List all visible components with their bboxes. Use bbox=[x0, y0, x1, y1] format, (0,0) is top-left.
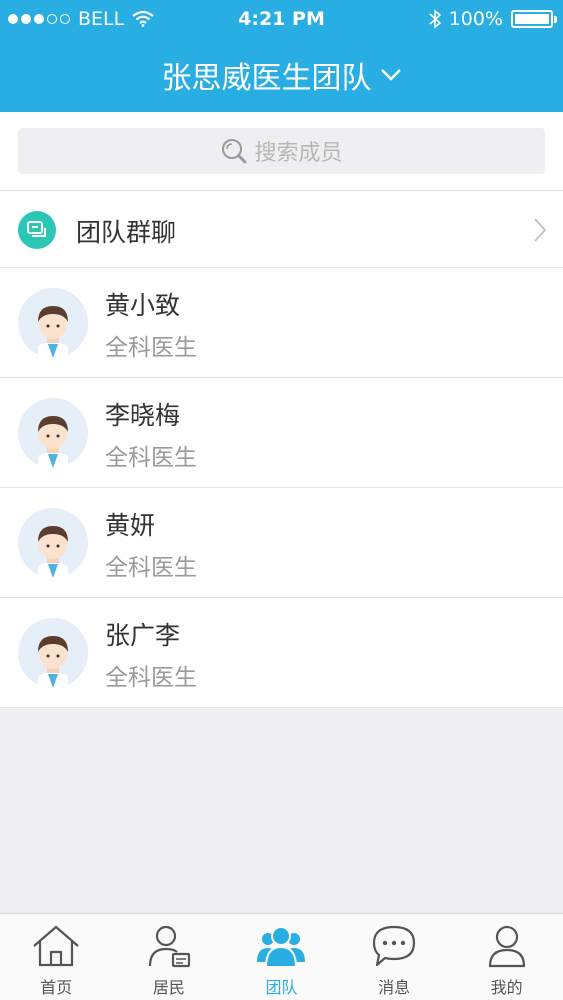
member-role: 全科医生 bbox=[105, 665, 197, 691]
message-icon bbox=[372, 925, 416, 967]
app-header: BELL 4:21 PM 100% 张思威医生团队 bbox=[0, 0, 563, 112]
profile-icon bbox=[488, 925, 525, 968]
member-list: 团队群聊 黄小致 全科医生 李晓梅 全科医生 黄妍 全科医生 张广李 全科医生 bbox=[0, 190, 563, 708]
page-title: 张思威医生团队 bbox=[161, 61, 372, 96]
tab-label: 团队 bbox=[265, 978, 298, 997]
search-placeholder: 搜索成员 bbox=[254, 141, 343, 166]
group-chat-row[interactable]: 团队群聊 bbox=[0, 190, 563, 268]
tab-label: 我的 bbox=[490, 978, 523, 997]
status-bar: BELL 4:21 PM 100% bbox=[0, 0, 563, 38]
bluetooth-icon bbox=[429, 9, 441, 29]
doctor-avatar-icon bbox=[18, 288, 88, 358]
member-role: 全科医生 bbox=[105, 445, 197, 471]
tab-label: 消息 bbox=[378, 978, 411, 997]
group-chat-icon bbox=[18, 211, 56, 249]
member-row[interactable]: 张广李 全科医生 bbox=[0, 598, 563, 708]
status-right: 100% bbox=[429, 8, 557, 30]
member-row[interactable]: 黄小致 全科医生 bbox=[0, 268, 563, 378]
member-name: 黄小致 bbox=[105, 291, 181, 320]
doctor-avatar-icon bbox=[18, 618, 88, 688]
search-input[interactable]: 搜索成员 bbox=[18, 128, 545, 174]
team-icon bbox=[257, 926, 306, 968]
search-section: 搜索成员 bbox=[0, 112, 563, 190]
tab-home[interactable]: 首页 bbox=[0, 914, 113, 1000]
member-role: 全科医生 bbox=[105, 555, 197, 581]
member-row[interactable]: 黄妍 全科医生 bbox=[0, 488, 563, 598]
member-role: 全科医生 bbox=[105, 335, 197, 361]
member-name: 张广李 bbox=[105, 621, 181, 650]
chevron-down-icon bbox=[380, 69, 401, 81]
search-icon bbox=[222, 139, 247, 164]
home-icon bbox=[33, 925, 80, 967]
member-name: 李晓梅 bbox=[105, 401, 181, 430]
member-name: 黄妍 bbox=[105, 511, 156, 540]
tab-label: 居民 bbox=[152, 978, 185, 997]
battery-percent: 100% bbox=[448, 8, 503, 30]
bottom-tab-bar: 首页 居民 团队 消息 我的 bbox=[0, 913, 563, 1000]
team-selector[interactable]: 张思威医生团队 bbox=[0, 52, 563, 98]
resident-icon bbox=[148, 925, 190, 968]
member-row[interactable]: 李晓梅 全科医生 bbox=[0, 378, 563, 488]
doctor-avatar-icon bbox=[18, 508, 88, 578]
group-chat-label: 团队群聊 bbox=[76, 218, 177, 247]
tab-label: 首页 bbox=[40, 978, 73, 997]
tab-messages[interactable]: 消息 bbox=[338, 914, 451, 1000]
doctor-avatar-icon bbox=[18, 398, 88, 468]
tab-team[interactable]: 团队 bbox=[225, 914, 338, 1000]
battery-icon bbox=[511, 10, 557, 28]
tab-profile[interactable]: 我的 bbox=[450, 914, 563, 1000]
tab-residents[interactable]: 居民 bbox=[113, 914, 226, 1000]
chevron-right-icon bbox=[534, 218, 547, 242]
